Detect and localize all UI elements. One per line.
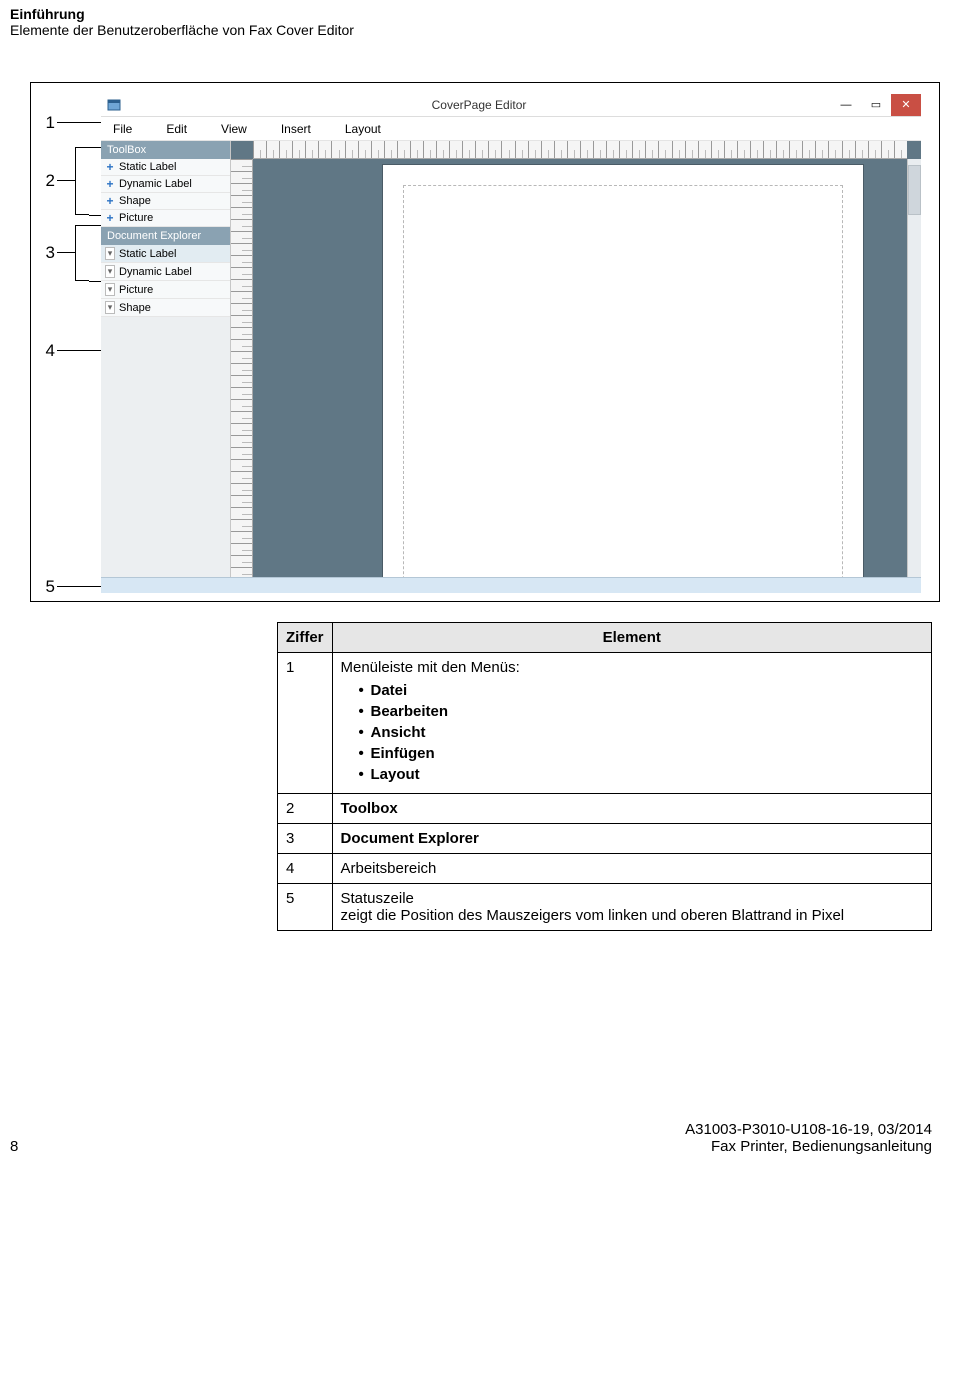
app-window: CoverPage Editor — ▭ ✕ File Edit View In… <box>101 93 921 593</box>
ruler-vertical <box>231 159 253 577</box>
doc-name: Fax Printer, Bedienungsanleitung <box>685 1138 932 1155</box>
work-area[interactable] <box>231 141 921 577</box>
doc-id: A31003-P3010-U108-16-19, 03/2014 <box>685 1121 932 1138</box>
chevron-down-icon: ▾ <box>105 301 115 314</box>
side-panel: ToolBox +Static Label +Dynamic Label +Sh… <box>101 141 231 577</box>
ruler-horizontal <box>253 141 907 159</box>
leader-1 <box>57 122 107 123</box>
toolbox-item[interactable]: +Picture <box>101 210 230 227</box>
window-buttons: — ▭ ✕ <box>831 94 921 116</box>
toolbox-item[interactable]: +Dynamic Label <box>101 176 230 193</box>
menu-layout[interactable]: Layout <box>345 122 381 136</box>
bracket-3 <box>75 225 89 281</box>
leader-3 <box>57 252 75 253</box>
page-header: Einführung Elemente der Benutzeroberfläc… <box>0 0 960 42</box>
plus-icon: + <box>105 212 115 224</box>
callout-3: 3 <box>41 243 55 263</box>
maximize-button[interactable]: ▭ <box>861 94 891 116</box>
page-footer: 8 A31003-P3010-U108-16-19, 03/2014 Fax P… <box>0 1121 960 1161</box>
legend-row: 1 Menüleiste mit den Menüs: Datei Bearbe… <box>278 653 932 794</box>
close-button[interactable]: ✕ <box>891 94 921 116</box>
toolbox-item[interactable]: +Static Label <box>101 159 230 176</box>
legend-row: 5 Statuszeile zeigt die Position des Mau… <box>278 884 932 931</box>
figure-container: 1 2 3 4 5 CoverPage Editor — ▭ ✕ File Ed… <box>30 82 940 602</box>
header-subtitle: Elemente der Benutzeroberfläche von Fax … <box>10 22 950 38</box>
legend-col-element: Element <box>332 623 932 653</box>
menu-file[interactable]: File <box>113 122 132 136</box>
scrollbar-vertical[interactable] <box>907 159 921 577</box>
leader-2 <box>57 180 75 181</box>
header-title: Einführung <box>10 6 950 22</box>
page-number: 8 <box>10 1138 18 1155</box>
leader-5 <box>57 586 107 587</box>
chevron-down-icon: ▾ <box>105 247 115 260</box>
toolbox-header: ToolBox <box>101 141 230 159</box>
bracket-2 <box>75 147 89 215</box>
app-icon <box>107 98 121 112</box>
docexplorer-item[interactable]: ▾Static Label <box>101 245 230 263</box>
menu-view[interactable]: View <box>221 122 247 136</box>
legend-col-ziffer: Ziffer <box>278 623 333 653</box>
docexplorer-item[interactable]: ▾Dynamic Label <box>101 263 230 281</box>
chevron-down-icon: ▾ <box>105 283 115 296</box>
callout-4: 4 <box>41 341 55 361</box>
plus-icon: + <box>105 178 115 190</box>
legend-row: 2 Toolbox <box>278 794 932 824</box>
page-viewport <box>253 159 907 577</box>
docexplorer-header: Document Explorer <box>101 227 230 245</box>
app-title: CoverPage Editor <box>127 98 831 112</box>
titlebar: CoverPage Editor — ▭ ✕ <box>101 93 921 117</box>
legend-row: 3 Document Explorer <box>278 824 932 854</box>
menubar: File Edit View Insert Layout <box>101 117 921 141</box>
page-paper[interactable] <box>383 165 863 577</box>
docexplorer-item[interactable]: ▾Shape <box>101 299 230 317</box>
plus-icon: + <box>105 161 115 173</box>
toolbox-item[interactable]: +Shape <box>101 193 230 210</box>
minimize-button[interactable]: — <box>831 94 861 116</box>
callout-2: 2 <box>41 171 55 191</box>
scrollbar-thumb[interactable] <box>908 165 921 215</box>
callout-5: 5 <box>41 577 55 597</box>
docexplorer-item[interactable]: ▾Picture <box>101 281 230 299</box>
statusbar <box>101 577 921 593</box>
callout-1: 1 <box>41 113 55 133</box>
legend-table: Ziffer Element 1 Menüleiste mit den Menü… <box>277 622 932 931</box>
page-margin-guide <box>403 185 843 577</box>
chevron-down-icon: ▾ <box>105 265 115 278</box>
plus-icon: + <box>105 195 115 207</box>
legend-row: 4 Arbeitsbereich <box>278 854 932 884</box>
menu-edit[interactable]: Edit <box>166 122 187 136</box>
menu-insert[interactable]: Insert <box>281 122 311 136</box>
